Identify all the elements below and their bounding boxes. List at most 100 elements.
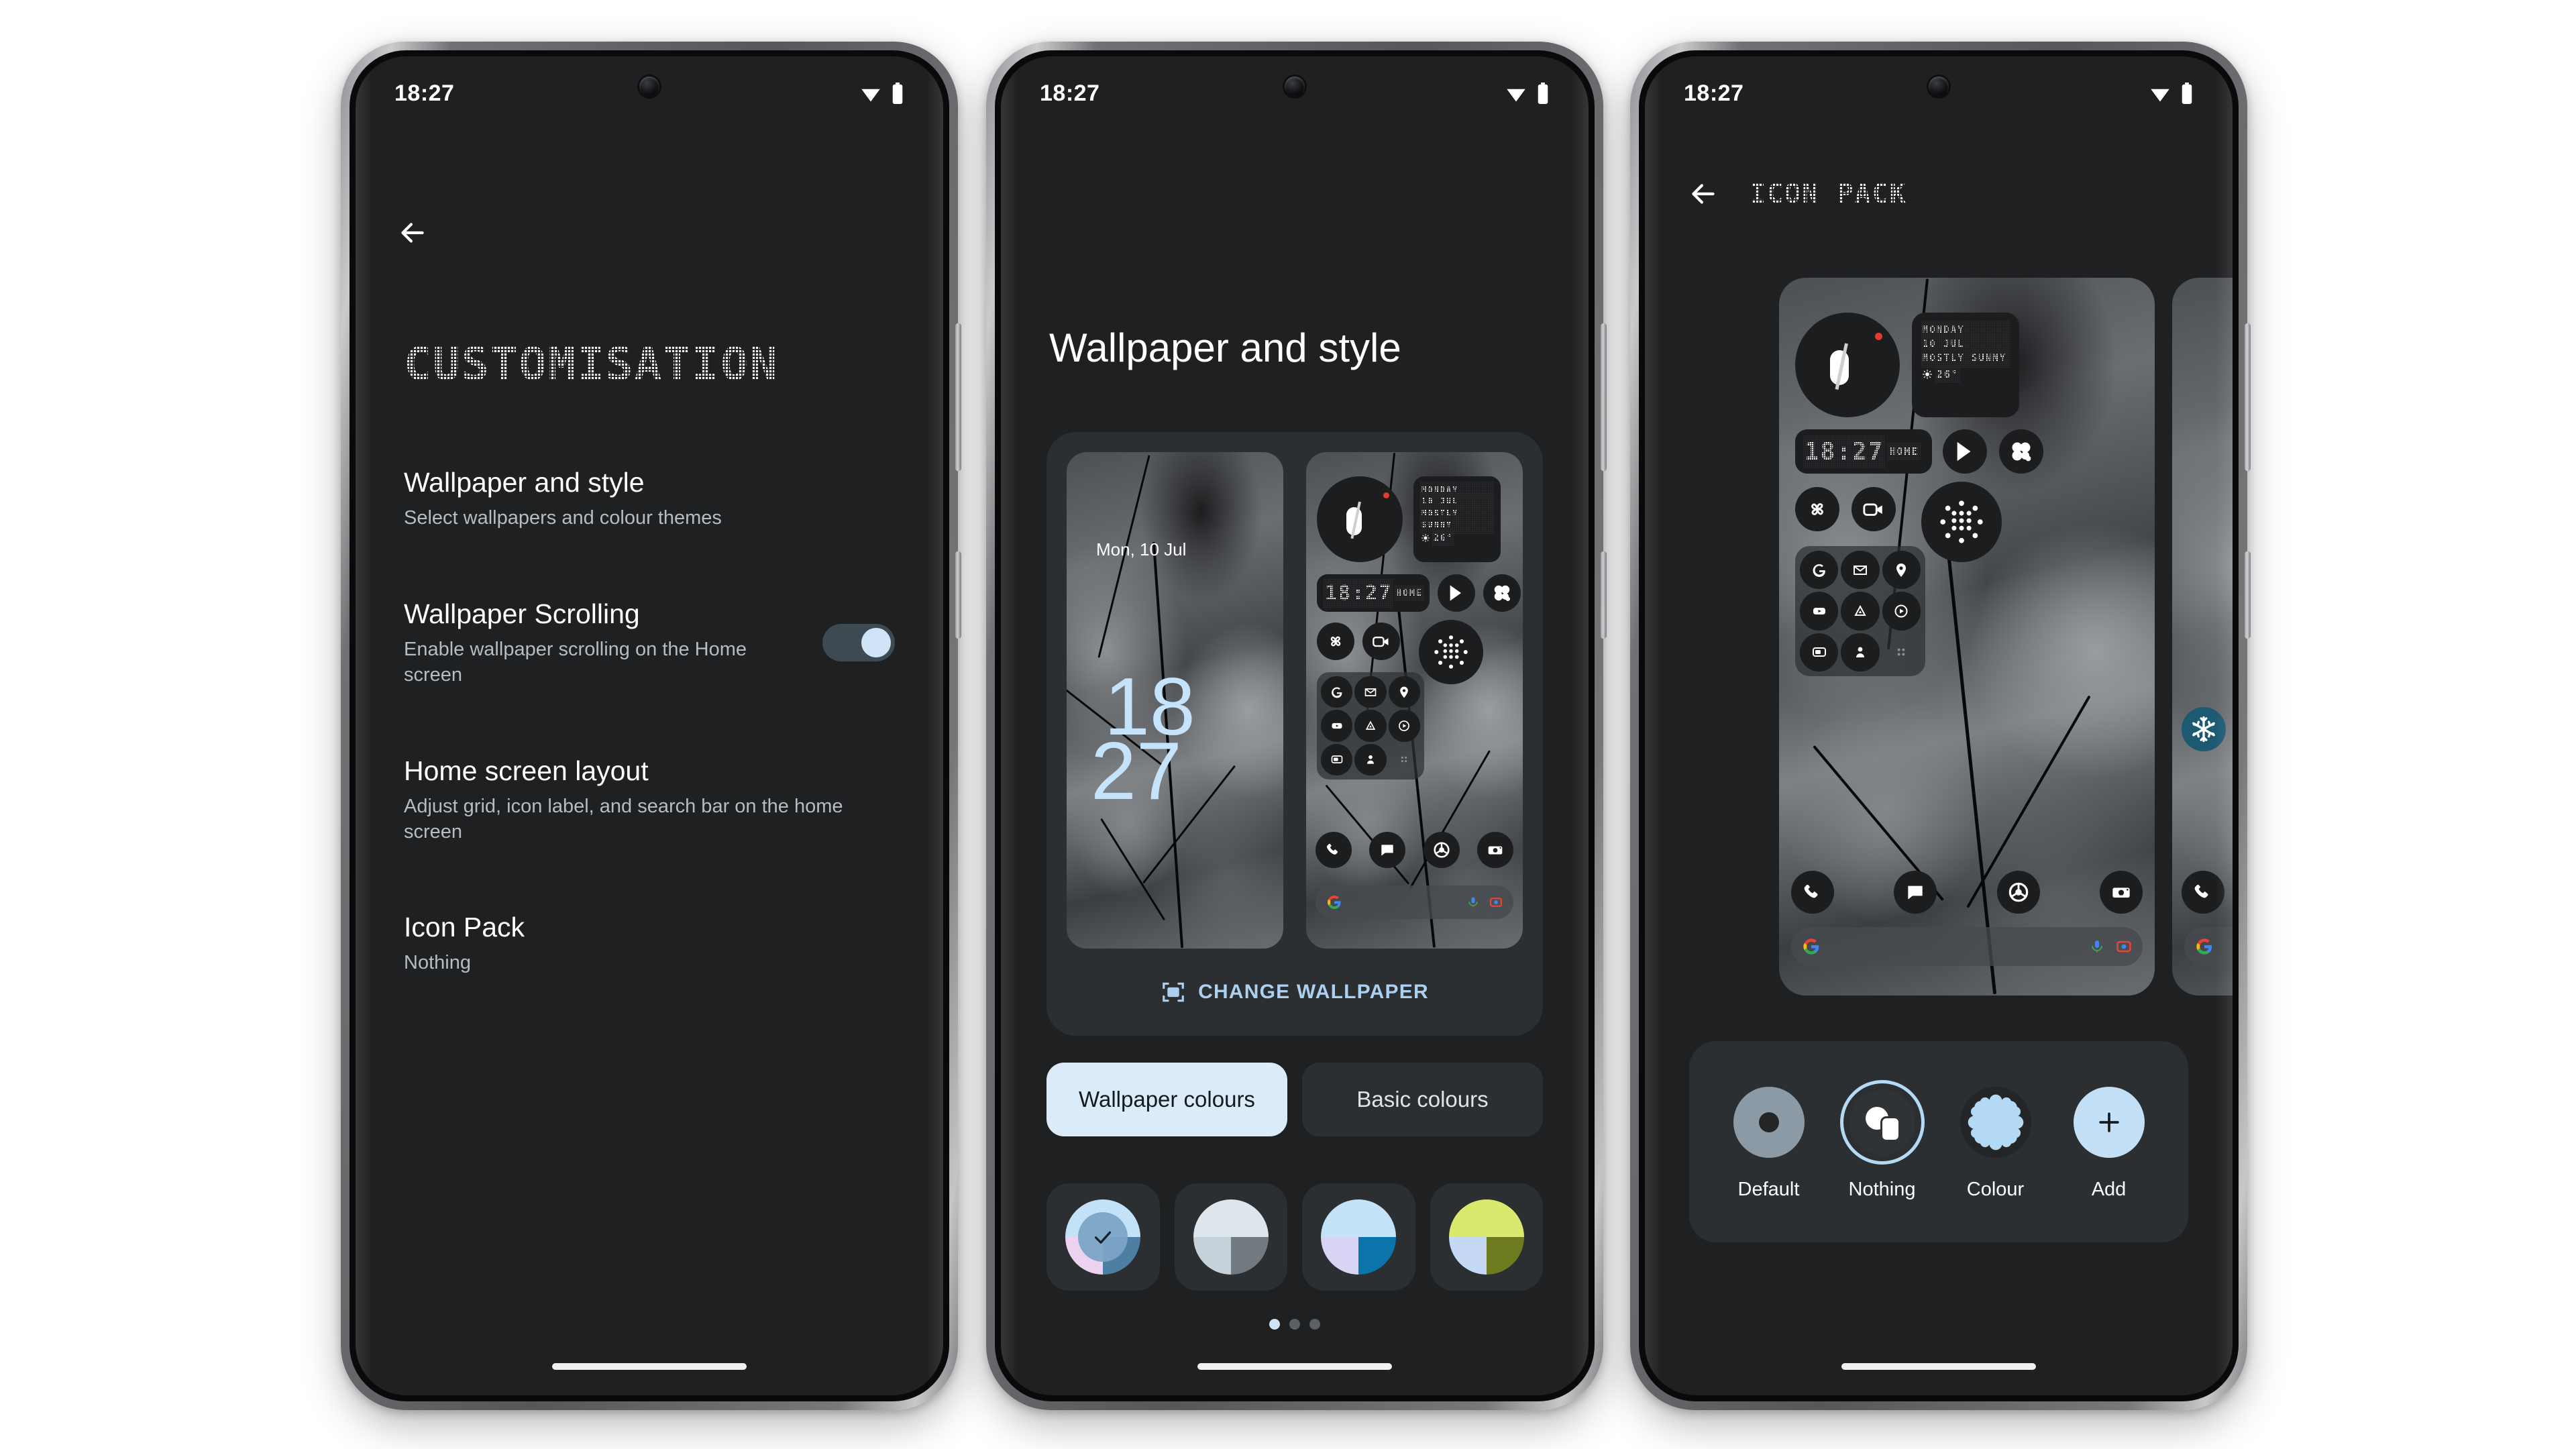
icon-pack-nothing[interactable]: Nothing	[1843, 1083, 1921, 1201]
phone-icon[interactable]	[2182, 871, 2224, 914]
setting-subtitle: Enable wallpaper scrolling on the Home s…	[404, 639, 747, 686]
tab-basic-colours[interactable]: Basic colours	[1302, 1063, 1543, 1136]
power-button[interactable]	[955, 551, 961, 639]
maps-icon[interactable]	[1882, 551, 1921, 590]
glyph-flower-icon[interactable]	[1999, 429, 2043, 474]
app-drawer-icon[interactable]	[1882, 633, 1921, 672]
maps-icon[interactable]	[1388, 676, 1420, 708]
glyph-flower-icon[interactable]	[1483, 574, 1521, 612]
camera-icon[interactable]	[1477, 832, 1513, 868]
chrome-icon[interactable]	[1996, 871, 2040, 914]
navigation-pill[interactable]	[1841, 1363, 2036, 1370]
messages-icon[interactable]	[1369, 832, 1406, 868]
page-dot-1[interactable]	[1269, 1319, 1280, 1330]
app-folder[interactable]	[1795, 546, 1925, 676]
icon-pack-default[interactable]: Default	[1730, 1083, 1808, 1201]
weather-widget[interactable]: MONDAY 10 JUL MOSTLY SUNNY 26°	[1912, 313, 2019, 417]
pinwheel-icon[interactable]	[1795, 487, 1839, 531]
wifi-icon	[859, 83, 882, 103]
analog-clock-widget[interactable]	[1317, 476, 1403, 562]
analog-clock-widget[interactable]	[1795, 313, 1900, 417]
play-store-icon[interactable]	[1438, 574, 1475, 612]
battery-icon	[2180, 83, 2194, 104]
youtube-icon[interactable]	[1321, 710, 1353, 742]
google-search-bar[interactable]	[1316, 885, 1513, 919]
power-button[interactable]	[1601, 551, 1607, 639]
pinwheel-icon[interactable]	[1317, 623, 1354, 660]
weather-widget[interactable]: MONDAY 10 JUL MOSTLY SUNNY 26°	[1413, 476, 1501, 562]
digital-clock-widget[interactable]: 18:27 HOME	[1317, 574, 1430, 612]
swatch-circle	[1193, 1199, 1269, 1275]
drive-icon[interactable]	[1354, 710, 1387, 742]
contacts-icon[interactable]	[1354, 743, 1387, 775]
power-button[interactable]	[2245, 551, 2251, 639]
wallpaper-scrolling-toggle[interactable]	[822, 623, 895, 661]
nothing-dots-icon[interactable]	[1419, 620, 1483, 684]
lock-screen-preview[interactable]: Mon, 10 Jul 18 27	[1067, 452, 1283, 949]
app-folder[interactable]	[1317, 672, 1424, 780]
icon-pack-colour[interactable]: Colour	[1957, 1083, 2035, 1201]
setting-wallpaper-scrolling[interactable]: Wallpaper Scrolling Enable wallpaper scr…	[404, 555, 895, 712]
page-title: CUSTOMISATION	[402, 335, 780, 394]
video-camera-icon[interactable]	[1851, 487, 1896, 531]
swatch-1[interactable]	[1046, 1183, 1160, 1291]
digital-clock-widget[interactable]: 18:27 HOME	[1795, 429, 1932, 474]
navigation-pill[interactable]	[552, 1363, 747, 1370]
icon-pack-add[interactable]: Add	[2070, 1083, 2148, 1201]
tab-wallpaper-colours[interactable]: Wallpaper colours	[1046, 1063, 1287, 1136]
setting-home-screen-layout[interactable]: Home screen layout Adjust grid, icon lab…	[404, 712, 895, 869]
play-store-icon[interactable]	[1943, 429, 1987, 474]
setting-icon-pack[interactable]: Icon Pack Nothing	[404, 869, 895, 1000]
camera-icon[interactable]	[2099, 871, 2143, 914]
navigation-pill[interactable]	[1197, 1363, 1392, 1370]
volume-button[interactable]	[955, 323, 961, 471]
swatch-3[interactable]	[1302, 1183, 1415, 1291]
gmail-icon[interactable]	[1354, 676, 1387, 708]
swatch-4[interactable]	[1430, 1183, 1543, 1291]
volume-button[interactable]	[2245, 323, 2251, 471]
wifi-icon	[2149, 83, 2171, 103]
home-preview-carousel[interactable]: MONDAY 10 JUL MOSTLY SUNNY 26° 18:27 HOM…	[1645, 278, 2233, 996]
google-search-bar[interactable]	[2184, 927, 2233, 966]
phone-icon[interactable]	[1316, 832, 1352, 868]
change-wallpaper-button[interactable]: CHANGE WALLPAPER	[1067, 949, 1523, 1036]
phone-icon[interactable]	[1791, 871, 1834, 914]
volume-button[interactable]	[1601, 323, 1607, 471]
app-drawer-icon[interactable]	[1389, 744, 1420, 775]
home-screen-preview[interactable]: MONDAY 10 JUL MOSTLY SUNNY 26° 18:27 HOM…	[1306, 452, 1523, 949]
status-time: 18:27	[394, 80, 455, 106]
youtube-icon[interactable]	[1800, 592, 1839, 631]
chrome-icon[interactable]	[1423, 832, 1460, 868]
mic-icon[interactable]	[1466, 896, 1480, 909]
page-dot-3[interactable]	[1309, 1319, 1320, 1330]
home-preview-page-2[interactable]	[2172, 278, 2233, 996]
setting-wallpaper-and-style[interactable]: Wallpaper and style Select wallpapers an…	[404, 452, 895, 555]
colour-source-tabs: Wallpaper colours Basic colours	[1046, 1063, 1543, 1136]
google-icon[interactable]	[1800, 551, 1839, 590]
lens-icon[interactable]	[1489, 896, 1503, 909]
swatch-circle	[1321, 1199, 1397, 1275]
google-icon[interactable]	[1321, 676, 1353, 708]
gallery-icon[interactable]	[1800, 633, 1839, 672]
page-dot-2[interactable]	[1289, 1319, 1300, 1330]
google-search-bar[interactable]	[1791, 927, 2143, 966]
gmail-icon[interactable]	[1841, 551, 1880, 590]
add-button[interactable]	[2073, 1086, 2145, 1158]
snowflake-icon[interactable]	[2182, 707, 2226, 751]
back-button[interactable]	[394, 215, 431, 251]
gallery-icon[interactable]	[1321, 743, 1353, 775]
setting-title: Home screen layout	[404, 755, 649, 786]
drive-icon[interactable]	[1841, 592, 1880, 631]
clock-time: 18:27	[1803, 435, 1886, 468]
mic-icon[interactable]	[2089, 938, 2105, 955]
youtube-music-icon[interactable]	[1388, 710, 1420, 742]
video-camera-icon[interactable]	[1362, 623, 1400, 660]
messages-icon[interactable]	[1894, 871, 1937, 914]
swatch-2[interactable]	[1174, 1183, 1287, 1291]
lens-icon[interactable]	[2116, 938, 2132, 955]
nothing-dots-icon[interactable]	[1921, 482, 2002, 562]
contacts-icon[interactable]	[1841, 633, 1880, 672]
back-button[interactable]	[1685, 176, 1721, 212]
youtube-music-icon[interactable]	[1882, 592, 1921, 631]
home-preview-page-1[interactable]: MONDAY 10 JUL MOSTLY SUNNY 26° 18:27 HOM…	[1779, 278, 2155, 996]
